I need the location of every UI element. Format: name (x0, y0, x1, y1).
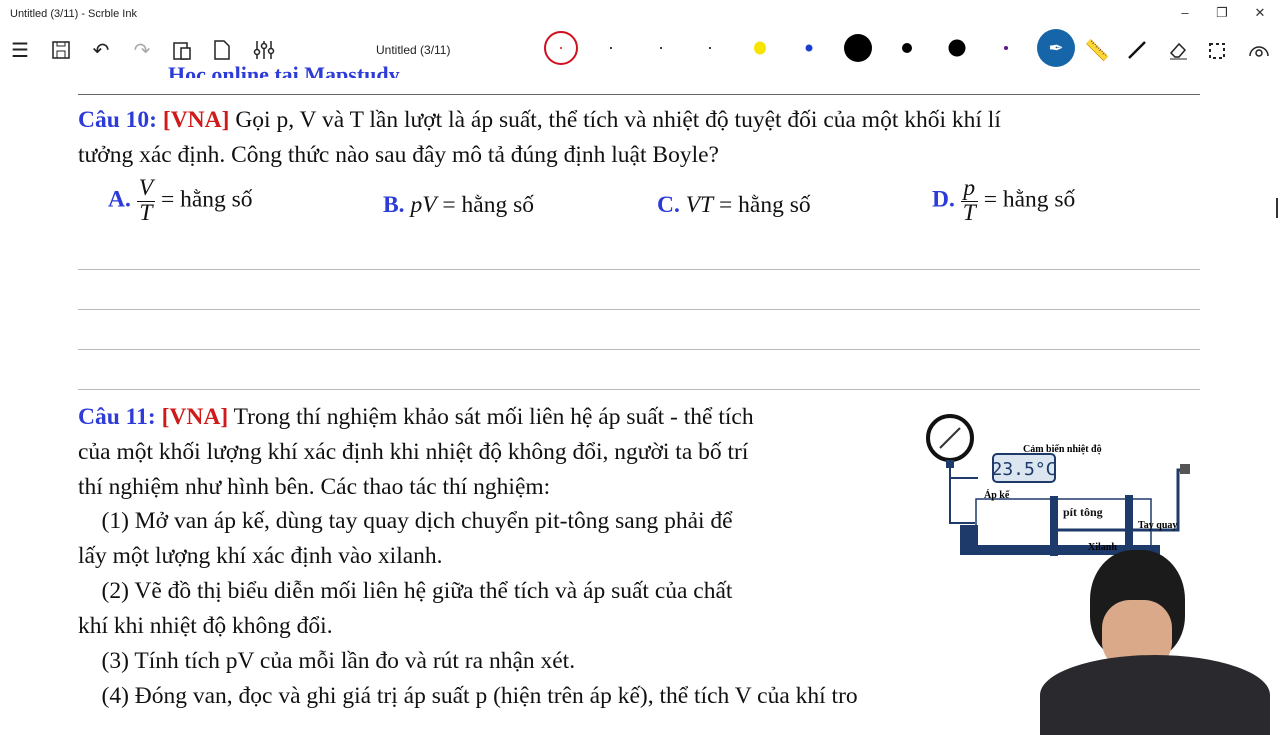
document-title: Untitled (3/11) (376, 43, 451, 57)
q10-line2: tưởng xác định. Công thức nào sau đây mô… (78, 142, 719, 168)
q11-line: (2) Vẽ đồ thị biểu diễn mối liên hệ giữa… (78, 578, 733, 604)
pen-fine-3[interactable] (709, 47, 711, 49)
scrollbar-thumb[interactable] (1276, 198, 1278, 218)
ruled-line (78, 269, 1200, 270)
q11-line: lấy một lượng khí xác định vào xilanh. (78, 543, 443, 569)
undo-icon[interactable]: ↶ (89, 38, 113, 62)
q10-option-a: A. VT = hằng số (108, 175, 253, 226)
pen-black-large[interactable] (844, 34, 872, 62)
save-icon[interactable] (49, 38, 73, 62)
pen-icon[interactable]: ✒ (1037, 29, 1075, 67)
window-title: Untitled (3/11) - Scrble Ink (10, 8, 137, 20)
pen-yellow[interactable] (754, 41, 766, 55)
q11-line: (1) Mở van áp kế, dùng tay quay dịch chu… (78, 508, 733, 534)
divider (78, 94, 1200, 95)
svg-text:Áp kế: Áp kế (984, 489, 1010, 501)
pen-black-selected[interactable] (544, 31, 578, 65)
ruled-line (78, 389, 1200, 390)
ruled-line (78, 309, 1200, 310)
q11-line: (4) Đóng van, đọc và ghi giá trị áp suất… (78, 683, 858, 709)
ruler-icon[interactable]: 📏 (1085, 38, 1110, 62)
svg-text:Tay quay: Tay quay (1138, 520, 1177, 531)
pen-purple[interactable] (1004, 46, 1008, 50)
piston-label: pít tông (1063, 505, 1103, 519)
close-button[interactable]: ✕ (1250, 5, 1270, 21)
eraser-icon[interactable] (1166, 38, 1190, 62)
q10-option-d: D. pT = hằng số (932, 175, 1076, 226)
temp-value: 23.5°C (991, 459, 1056, 480)
ruled-line (78, 349, 1200, 350)
title-bar: Untitled (3/11) - Scrble Ink – ❐ ✕ (0, 0, 1280, 28)
q11-line: (3) Tính tích pV của mỗi lần đo và rút r… (78, 648, 576, 674)
pen-fine-2[interactable] (660, 47, 662, 49)
q10-line1: Câu 10: [VNA] Gọi p, V và T lần lượt là … (78, 107, 1001, 133)
q11-line: của một khối lượng khí xác định khi nhiệ… (78, 439, 749, 465)
q10-option-b: B. pV = hằng số (383, 192, 535, 218)
select-icon[interactable] (1206, 38, 1230, 62)
pen-black-medium[interactable] (948, 39, 966, 57)
svg-text:Cảm biến nhiệt độ: Cảm biến nhiệt độ (1023, 444, 1102, 455)
menu-icon[interactable]: ☰ (8, 38, 32, 62)
webcam-overlay (1030, 545, 1280, 735)
restore-button[interactable]: ❐ (1212, 5, 1232, 21)
line-icon[interactable] (1125, 38, 1149, 62)
touch-icon[interactable] (1247, 38, 1271, 62)
header-banner: Học online tại Mapstudy (168, 62, 400, 78)
q11-line: Câu 11: [VNA] Trong thí nghiệm khảo sát … (78, 404, 754, 430)
q10-option-c: C. VT = hằng số (657, 192, 811, 218)
q11-line: thí nghiệm như hình bên. Các thao tác th… (78, 474, 551, 500)
minimize-button[interactable]: – (1175, 5, 1195, 20)
q11-line: khí khi nhiệt độ không đổi. (78, 613, 333, 639)
pen-fine-1[interactable] (610, 47, 612, 49)
pen-black-small[interactable] (902, 43, 912, 53)
pen-blue[interactable] (805, 44, 813, 52)
redo-icon[interactable]: ↷ (130, 38, 154, 62)
